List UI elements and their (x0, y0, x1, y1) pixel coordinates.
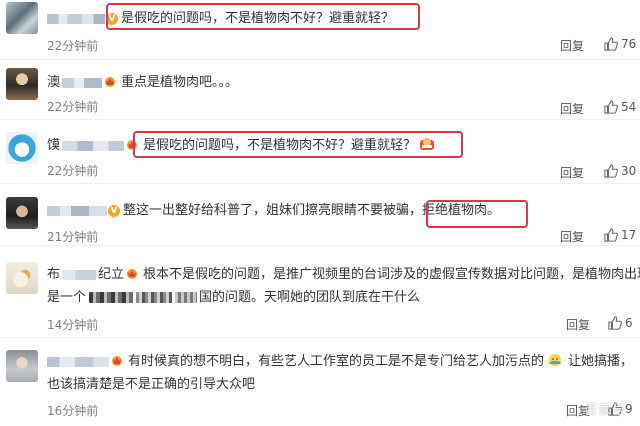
avatar[interactable] (6, 2, 38, 34)
like-count: 6 (625, 316, 633, 330)
reply-button[interactable]: 回复 (560, 164, 584, 181)
username-blurred (62, 77, 103, 88)
comment-item: V 整这一出整好给科普了，姐妹们擦亮眼睛不要被骗，拒绝植物肉。 21分钟前 回复 … (0, 184, 640, 246)
comment-item: 有时候真的想不明白，有些艺人工作室的员工是不是专门给艺人加污点的 让她搞播， 也该… (0, 338, 640, 426)
comment-time: 22分钟前 (47, 164, 99, 178)
highlight-box (133, 131, 463, 158)
reply-button[interactable]: 回复 (560, 228, 584, 245)
thumbs-up-icon (604, 37, 618, 51)
comment-time: 21分钟前 (47, 230, 99, 244)
like-button[interactable]: 6 (608, 316, 633, 330)
comment-time: 14分钟前 (47, 318, 99, 332)
username-blurred (62, 140, 125, 151)
comment-item: 馍是假吃的问题吗，不是植物肉不好？避重就轻？ 22分钟前 回复 30 (0, 120, 640, 184)
like-count: 30 (621, 164, 637, 178)
comment-time: 22分钟前 (47, 39, 99, 53)
avatar[interactable] (6, 350, 38, 382)
avatar[interactable] (6, 132, 38, 164)
avatar[interactable] (6, 197, 38, 229)
highlight-box (426, 200, 528, 228)
comment-item: 布 纪立 根本不是假吃的问题，是推广视频里的台词涉及的虚假宣传数据对比问题，是植物肉… (0, 246, 640, 338)
reply-button[interactable]: 回复 (560, 37, 584, 54)
username[interactable] (47, 13, 105, 24)
username-blurred (62, 269, 97, 280)
comment-text: 有时候真的想不明白，有些艺人工作室的员工是不是专门给艺人加污点的 (128, 354, 545, 369)
watermark: 百家号 (583, 403, 626, 418)
vip-v-badge-icon: V (108, 205, 120, 217)
like-button[interactable]: 30 (604, 164, 636, 178)
comment-text-line2-end: 国的问题。天啊她的团队到底在干什么 (199, 290, 421, 305)
comment-text: 根本不是假吃的问题，是推广视频里的台词涉及的虚假宣传数据对比问题，是植物肉出现就 (143, 267, 640, 282)
highlight-box (106, 3, 420, 30)
censored-text (89, 292, 134, 303)
reply-button[interactable]: 回复 (566, 316, 590, 333)
thumbs-up-icon (604, 228, 618, 242)
username[interactable]: 馍 (47, 138, 60, 153)
comment-text-end: 让她搞播， (568, 354, 634, 369)
comment-text-line2: 也该搞清楚是不是正确的引导大众吧 (47, 377, 256, 392)
comment-item: 澳 重点是植物肉吧。。。 22分钟前 回复 54 (0, 60, 640, 120)
like-count: 54 (621, 100, 637, 114)
reply-button[interactable]: 回复 (560, 100, 584, 117)
like-count: 9 (625, 402, 633, 416)
comment-text: 整这一出整好给科普了，姐妹们擦亮眼睛不要被骗， (123, 203, 423, 218)
crown-badge-icon (112, 356, 122, 366)
avatar[interactable] (6, 68, 38, 100)
like-button[interactable]: 17 (604, 228, 636, 242)
username[interactable]: 布 (47, 267, 60, 282)
comment-time: 22分钟前 (47, 100, 99, 114)
censored-text (175, 292, 198, 303)
crown-badge-icon (127, 269, 138, 279)
censored-text (136, 292, 173, 303)
emoji-icon (549, 354, 562, 366)
comment-time: 16分钟前 (47, 404, 99, 418)
comment-text: 重点是植物肉吧。。。 (121, 75, 239, 90)
crown-badge-icon (105, 77, 116, 87)
like-count: 76 (621, 37, 637, 51)
comment-item: V 是假吃的问题吗，不是植物肉不好？避重就轻？ 22分钟前 回复 76 (0, 0, 640, 60)
thumbs-up-icon (604, 164, 618, 178)
username[interactable]: 澳 (47, 75, 60, 90)
like-button[interactable]: 54 (604, 100, 636, 114)
username[interactable] (47, 356, 109, 367)
username[interactable] (47, 205, 107, 216)
comment-text-line2-start: 是一个 (47, 290, 87, 305)
like-button[interactable]: 76 (604, 37, 636, 51)
like-count: 17 (621, 228, 637, 242)
thumbs-up-icon (604, 100, 618, 114)
thumbs-up-icon (608, 316, 622, 330)
avatar[interactable] (6, 262, 38, 294)
username-suffix[interactable]: 纪立 (98, 267, 124, 282)
